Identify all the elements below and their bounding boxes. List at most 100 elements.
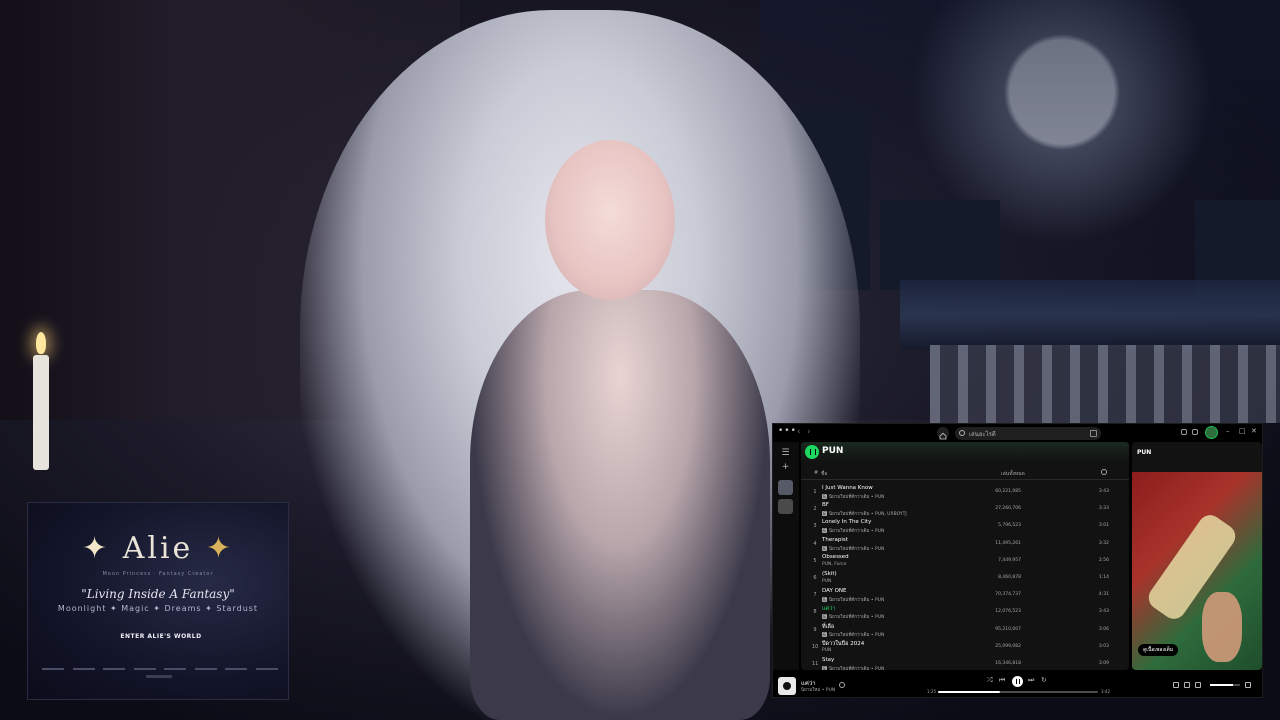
track-artist[interactable]: นิยามใหม่ที่ดีกว่าเดิม • PUN (829, 495, 884, 500)
track-row[interactable]: 7 DAY ONE E นิยามใหม่ที่ดีกว่าเดิม • PUN 70,… (801, 587, 1129, 604)
track-number: 9 (813, 626, 817, 633)
now-playing-view: PUN ดูเนื้อเพลงเต็ม (1132, 442, 1262, 670)
desktop-wallpaper: ✦ Alie ✦ Moon Princess · Fantasy Creator… (0, 0, 1280, 720)
track-row[interactable]: 1 I Just Wanna Know E นิยามใหม่ที่ดีกว่าเดิ… (801, 484, 1129, 501)
next-icon[interactable]: ⏭ (1028, 676, 1034, 685)
track-duration: 3:06 (1098, 626, 1109, 632)
track-artist[interactable]: PUN (822, 579, 831, 584)
library-icon[interactable]: ☰ (780, 448, 791, 459)
track-title[interactable]: (Skit) (822, 571, 837, 577)
library-item-thumbnail[interactable] (778, 480, 793, 495)
track-title[interactable]: I Just Wanna Know (822, 485, 873, 491)
alie-nav-item[interactable] (42, 668, 64, 670)
minimize-icon[interactable]: – (1226, 427, 1230, 435)
elapsed-time: 1:25 (927, 689, 936, 694)
track-artist[interactable]: นิยามใหม่ที่ดีกว่าเดิม • PUN (829, 547, 884, 552)
track-title[interactable]: ปีดาวในปีอ 2024 (822, 640, 864, 648)
candle-flame (36, 332, 46, 354)
friends-icon[interactable] (1192, 429, 1198, 435)
previous-icon[interactable]: ⏮ (999, 676, 1005, 685)
play-button[interactable] (805, 445, 819, 459)
track-row[interactable]: 3 Lonely In The City E นิยามใหม่ที่ดีกว่าเด… (801, 518, 1129, 535)
now-playing-subtitle[interactable]: นิยามใหม่ • PUN (801, 686, 835, 693)
track-row[interactable]: 10 ปีดาวในปีอ 2024 PUN 25,099,082 3:03 (801, 639, 1129, 656)
track-play-count: 95,210,007 (995, 626, 1021, 632)
track-title[interactable]: แค่ว่า (822, 605, 835, 613)
library-item-thumbnail[interactable] (778, 499, 793, 514)
artist-track-list-panel: PUN # ชื่อ เล่นทั้งหมด 1 I Just Wanna Kno… (801, 442, 1129, 670)
alie-promo-card: ✦ Alie ✦ Moon Princess · Fantasy Creator… (27, 502, 289, 700)
track-artist[interactable]: นิยามใหม่ที่ดีกว่าเดิม • PUN (829, 633, 884, 638)
track-title[interactable]: DAY ONE (822, 588, 847, 594)
forward-arrow-icon[interactable]: › (807, 427, 811, 437)
explicit-badge: E (822, 631, 827, 637)
shuffle-icon[interactable]: ⤮ (987, 676, 993, 685)
track-row[interactable]: 4 Therapist E นิยามใหม่ที่ดีกว่าเดิม • PUN 1… (801, 536, 1129, 553)
alie-title-line: ✦ Alie ✦ (28, 531, 288, 566)
track-title[interactable]: Stay (822, 657, 834, 663)
track-artist[interactable]: นิยามใหม่ที่ดีกว่าเดิม • PUN (829, 615, 884, 620)
track-row[interactable]: 6 (Skit) PUN 8,460,878 1:14 (801, 570, 1129, 587)
repeat-icon[interactable]: ↻ (1041, 676, 1047, 684)
track-row[interactable]: 11 Stay E นิยามใหม่ที่ดีกว่าเดิม • PUN 16,34… (801, 656, 1129, 670)
back-arrow-icon[interactable]: ‹ (797, 427, 801, 437)
track-duration: 3:43 (1098, 609, 1109, 615)
alie-nav-item[interactable] (255, 668, 278, 670)
column-title: ชื่อ (821, 471, 828, 477)
track-number: 7 (813, 592, 817, 599)
plus-icon[interactable]: + (780, 462, 791, 473)
more-dots-icon[interactable]: ••• (778, 426, 797, 436)
track-play-count: 25,099,082 (995, 643, 1021, 649)
pause-button[interactable] (1012, 676, 1023, 687)
track-artist[interactable]: PUN, Force (822, 562, 846, 567)
add-to-library-icon[interactable] (839, 682, 845, 688)
explicit-badge: E (822, 494, 827, 499)
track-row[interactable]: 5 Obsessed PUN, Force 7,449,957 2:56 (801, 553, 1129, 570)
maximize-icon[interactable]: □ (1239, 427, 1246, 435)
progress-fill (938, 691, 1001, 693)
alie-nav-item[interactable] (225, 668, 248, 670)
alie-nav-item[interactable] (194, 668, 217, 670)
track-artist[interactable]: นิยามใหม่ที่ดีกว่าเดิม • PUN (829, 598, 884, 603)
album-art (1132, 472, 1262, 670)
enter-world-button[interactable]: ENTER ALIE'S WORLD (116, 629, 206, 645)
track-title[interactable]: Therapist (822, 537, 848, 543)
home-button[interactable] (937, 427, 949, 440)
track-artist[interactable]: นิยามใหม่ที่ดีกว่าเดิม • PUN, URBOYTJ (829, 512, 907, 517)
progress-bar[interactable] (938, 691, 1098, 693)
candle (33, 355, 49, 470)
track-row[interactable]: 2 BF E นิยามใหม่ที่ดีกว่าเดิม • PUN, URBOYT… (801, 501, 1129, 518)
explicit-badge: E (822, 528, 827, 534)
track-title[interactable]: ที่เลือ (822, 623, 834, 631)
track-artist[interactable]: นิยามใหม่ที่ดีกว่าเดิม • PUN (829, 667, 884, 670)
track-duration: 3:09 (1098, 660, 1109, 666)
lyrics-icon[interactable] (1173, 682, 1179, 688)
track-duration: 1:14 (1098, 574, 1109, 580)
track-table-header: # ชื่อ เล่นทั้งหมด (801, 468, 1129, 480)
track-artist[interactable]: PUN (822, 648, 831, 653)
track-title[interactable]: Obsessed (822, 554, 849, 560)
alie-nav-item[interactable] (72, 668, 95, 670)
wallpaper-lake (900, 280, 1280, 350)
volume-slider[interactable] (1210, 684, 1240, 686)
track-number: 8 (813, 609, 817, 616)
fullscreen-icon[interactable] (1245, 682, 1251, 688)
now-playing-cover[interactable] (778, 677, 796, 695)
track-title[interactable]: BF (822, 502, 829, 508)
show-lyrics-button[interactable]: ดูเนื้อเพลงเต็ม (1138, 644, 1179, 656)
close-icon[interactable]: ✕ (1251, 427, 1257, 435)
track-row[interactable]: 9 ที่เลือ E นิยามใหม่ที่ดีกว่าเดิม • PUN 95,… (801, 622, 1129, 639)
track-title[interactable]: Lonely In The City (822, 519, 871, 525)
device-icon[interactable] (1195, 682, 1201, 688)
track-artist[interactable]: นิยามใหม่ที่ดีกว่าเดิม • PUN (829, 529, 884, 534)
alie-nav-item[interactable] (103, 668, 126, 670)
wallpaper-character-body (470, 290, 770, 720)
avatar[interactable] (1205, 426, 1218, 439)
alie-nav-item[interactable] (133, 668, 156, 670)
alie-nav-item[interactable] (164, 668, 187, 670)
bell-icon[interactable] (1181, 429, 1187, 435)
track-row[interactable]: 8 แค่ว่า E นิยามใหม่ที่ดีกว่าเดิม • PUN 12,0… (801, 604, 1129, 621)
browse-icon[interactable] (1090, 430, 1097, 437)
search-input[interactable]: เล่นอะไรดี (955, 427, 1101, 440)
queue-icon[interactable] (1184, 682, 1190, 688)
